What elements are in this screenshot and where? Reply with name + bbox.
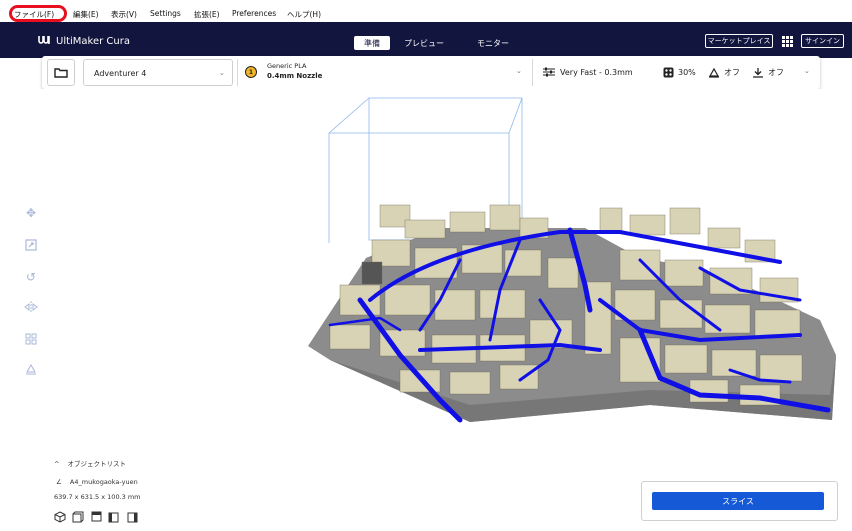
pencil-icon: ∠	[56, 478, 62, 486]
scale-tool-icon[interactable]	[18, 234, 44, 256]
apps-grid-icon[interactable]	[782, 36, 793, 47]
chevron-down-icon: ⌄	[219, 69, 225, 77]
sliders-icon	[543, 67, 555, 77]
move-tool-icon[interactable]: ✥	[18, 202, 44, 224]
profile-quality[interactable]: Very Fast - 0.3mm	[542, 67, 633, 77]
object-list-title: オブジェクトリスト	[67, 460, 127, 468]
printer-name: Adventurer 4	[94, 69, 147, 78]
object-dimensions: 639.7 x 631.5 x 100.3 mm	[54, 493, 141, 501]
menu-bar: ファイル(F) 編集(E) 表示(V) Settings 拡張(E) Prefe…	[0, 0, 852, 22]
marketplace-button[interactable]: マーケットプレイス	[705, 34, 773, 48]
view-top-icon[interactable]	[90, 511, 102, 523]
tab-monitor[interactable]: モニター	[470, 36, 516, 50]
view-front-icon[interactable]	[72, 511, 84, 523]
header-bar: UltiMaker Cura 準備 プレビュー モニター マーケットプレイス サ…	[0, 22, 852, 58]
chevron-down-icon[interactable]: ⌄	[804, 67, 810, 75]
view-left-icon[interactable]	[108, 511, 120, 523]
infill-icon	[663, 67, 674, 78]
open-file-button[interactable]	[47, 59, 75, 86]
object-filename: A4_mukogaoka-yuen	[69, 478, 138, 486]
menu-view[interactable]: 表示(V)	[111, 9, 137, 20]
infill-value: 30%	[678, 68, 696, 77]
adhesion-setting[interactable]: オフ	[752, 67, 784, 78]
infill-setting[interactable]: 30%	[663, 67, 696, 78]
tab-prepare[interactable]: 準備	[354, 36, 390, 50]
menu-preferences[interactable]: Preferences	[232, 9, 276, 18]
rotate-tool-icon[interactable]: ↺	[18, 266, 44, 288]
slice-panel: スライス	[641, 481, 838, 521]
signin-button[interactable]: サインイン	[801, 34, 844, 48]
menu-extensions[interactable]: 拡張(E)	[194, 9, 220, 20]
file-menu-highlight-annotation	[9, 5, 67, 22]
printer-selector[interactable]: Adventurer 4 ⌄	[83, 59, 233, 86]
support-blocker-icon[interactable]	[18, 358, 44, 380]
app-title: UltiMaker Cura	[56, 36, 130, 47]
material-name[interactable]: Generic PLA	[267, 62, 306, 70]
toolbar-divider	[532, 59, 533, 86]
print-setup-toolbar: Adventurer 4 ⌄ 1 Generic PLA 0.4mm Nozzl…	[42, 56, 820, 89]
menu-help[interactable]: ヘルプ(H)	[287, 9, 321, 20]
folder-icon	[54, 68, 68, 78]
extruder-badge: 1	[245, 66, 257, 78]
app-logo: UltiMaker Cura	[38, 35, 130, 48]
chevron-up-icon: ^	[54, 460, 60, 468]
object-list-header[interactable]: ^ オブジェクトリスト	[54, 458, 126, 468]
chevron-down-icon[interactable]: ⌄	[516, 67, 522, 75]
support-icon	[708, 67, 720, 78]
quality-label: Very Fast - 0.3mm	[560, 67, 633, 77]
scene-render[interactable]	[0, 89, 852, 529]
slice-button[interactable]: スライス	[652, 492, 824, 510]
ultimaker-logo-icon	[38, 35, 52, 48]
object-name-row[interactable]: ∠ A4_mukogaoka-yuen	[56, 478, 138, 486]
tab-preview[interactable]: プレビュー	[398, 36, 450, 50]
view-orientation-buttons	[54, 511, 138, 523]
adhesion-value: オフ	[768, 68, 784, 77]
adhesion-icon	[753, 68, 763, 78]
support-setting[interactable]: オフ	[708, 67, 740, 78]
nozzle-size[interactable]: 0.4mm Nozzle	[267, 72, 322, 80]
menu-edit[interactable]: 編集(E)	[73, 9, 99, 20]
mirror-tool-icon[interactable]	[18, 296, 44, 318]
per-model-settings-icon[interactable]	[18, 328, 44, 350]
toolbar-divider	[237, 59, 238, 86]
view-3d-icon[interactable]	[54, 511, 66, 523]
menu-settings[interactable]: Settings	[150, 9, 181, 18]
view-right-icon[interactable]	[126, 511, 138, 523]
viewport-3d[interactable]	[0, 89, 852, 529]
support-value: オフ	[724, 68, 740, 77]
